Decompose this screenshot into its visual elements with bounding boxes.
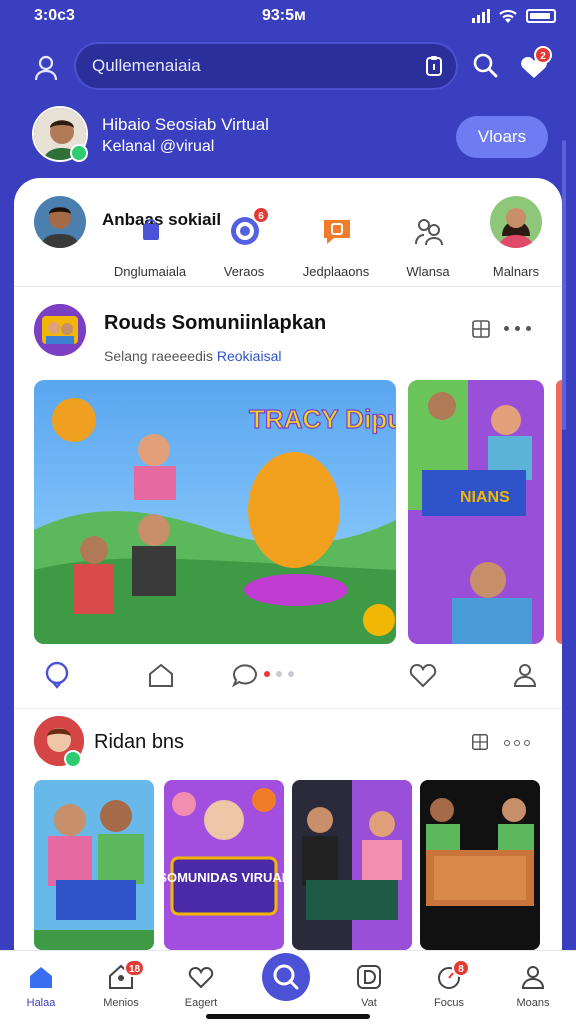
search-bar[interactable] — [74, 42, 458, 90]
post-subtitle-link[interactable]: Reokiaisal — [217, 348, 282, 364]
profile-outline-icon[interactable] — [510, 660, 540, 690]
story-badge: 6 — [252, 206, 270, 224]
profile-name: Hibaio Seosiab Virtual — [102, 115, 269, 134]
profile-subtitle: Kelanal @virual — [102, 138, 215, 155]
home-outline-icon[interactable] — [146, 660, 176, 690]
profile-header: Hibaio Seosiab Virtual Kelanal @virual V… — [0, 102, 576, 172]
more-options-icon[interactable] — [504, 740, 530, 746]
nav-label: Focus — [434, 997, 464, 1009]
stories-row: Anbaas sokiail Dnglumaiala 6 Veraos Jedp… — [14, 192, 562, 288]
story-avatar[interactable] — [34, 196, 86, 248]
search-icon[interactable] — [470, 50, 500, 80]
react-icon[interactable] — [42, 660, 72, 690]
nav-label: Vat — [361, 997, 377, 1009]
section-title: Ridan bns — [94, 731, 185, 753]
user-icon — [521, 966, 545, 989]
view-button[interactable]: Vloars — [456, 116, 548, 158]
story-label: Wlansa — [406, 264, 450, 279]
notifications-button[interactable]: 2 — [514, 46, 554, 86]
nav-label: Menios — [103, 997, 139, 1009]
status-icons — [472, 8, 556, 24]
story-item-4[interactable]: Wlansa — [382, 192, 474, 288]
post-actions — [14, 656, 562, 696]
story-label: Malnars — [492, 264, 540, 279]
user-icon[interactable] — [28, 50, 64, 86]
battery-icon — [526, 9, 556, 23]
post-title: Rouds Somuniinlapkan — [104, 312, 327, 334]
search-input[interactable] — [92, 54, 412, 78]
online-status-icon — [64, 750, 82, 768]
thumbnail-row: SOMUNIDAS VIRUAL — [34, 780, 562, 950]
scrollbar[interactable] — [562, 140, 566, 430]
home-icon — [30, 967, 52, 988]
post-image-side[interactable]: NIANS — [408, 380, 544, 644]
add-icon — [273, 964, 299, 990]
thumbnail-2[interactable]: SOMUNIDAS VIRUAL — [164, 780, 284, 950]
status-time-center: 93:5ᴍ — [262, 7, 306, 24]
post-avatar[interactable] — [34, 304, 86, 356]
story-item-3[interactable]: Jedplaaons — [290, 192, 382, 288]
bottom-nav: Halaa 18 Menios Eagert Vat 8 Focus Moans — [0, 950, 576, 1024]
post-image-side-text: NIANS — [460, 489, 510, 506]
nav-label: Moans — [516, 997, 550, 1009]
story-label: Jedplaaons — [302, 264, 370, 279]
nav-badge: 18 — [124, 959, 146, 977]
clipboard-icon[interactable] — [422, 54, 446, 78]
home-indicator[interactable] — [206, 1014, 370, 1019]
story-label: Veraos — [223, 264, 265, 279]
nav-badge: 8 — [452, 959, 470, 977]
section-header: Ridan bns — [14, 712, 562, 776]
story-user-avatar — [490, 196, 542, 248]
post-subtitle: Selang raeeeedis Reokiaisal — [104, 348, 281, 364]
post-header: Rouds Somuniinlapkan Selang raeeeedis Re… — [14, 296, 562, 376]
nav-vat[interactable]: Vat — [334, 957, 404, 1013]
thumbnail-text: SOMUNIDAS VIRUAL — [164, 870, 284, 885]
divider — [14, 708, 562, 709]
feed-card: Anbaas sokiail Dnglumaiala 6 Veraos Jedp… — [14, 178, 562, 958]
people-icon — [415, 219, 443, 246]
signal-icon — [472, 9, 490, 23]
divider — [14, 286, 562, 287]
post-image-next[interactable] — [556, 380, 562, 644]
notifications-badge: 2 — [534, 46, 552, 64]
nav-menios[interactable]: 18 Menios — [86, 957, 156, 1013]
heart-icon — [188, 966, 214, 989]
post-image-title: TRACY Dipulias — [249, 404, 396, 434]
story-item-2[interactable]: 6 Veraos — [198, 192, 290, 288]
nav-label: Halaa — [26, 997, 56, 1009]
grid-menu-icon[interactable] — [470, 318, 492, 340]
status-bar: 3:0ᴄ3 93:5ᴍ — [0, 0, 576, 34]
online-status-icon — [70, 144, 88, 162]
bag-icon — [143, 219, 159, 240]
post-subtitle-text: Selang raeeeedis — [104, 348, 213, 364]
nav-focus[interactable]: 8 Focus — [414, 957, 484, 1013]
grid-menu-icon[interactable] — [470, 732, 490, 752]
nav-label: Eagert — [184, 997, 218, 1009]
more-options-icon[interactable] — [504, 326, 531, 331]
nav-home[interactable]: Halaa — [6, 957, 76, 1013]
like-icon[interactable] — [408, 660, 438, 690]
nav-eagert[interactable]: Eagert — [166, 957, 236, 1013]
story-item-5[interactable]: Malnars — [470, 192, 562, 288]
chat-d-icon — [357, 965, 381, 989]
post-image-main[interactable]: TRACY Dipulias — [34, 380, 396, 644]
nav-moans[interactable]: Moans — [498, 957, 568, 1013]
carousel-pager — [264, 671, 294, 677]
top-bar: 2 — [0, 38, 576, 94]
chat-icon — [324, 220, 350, 244]
story-item-1[interactable]: Dnglumaiala — [104, 192, 196, 288]
story-label: Dnglumaiala — [113, 264, 187, 279]
status-time-left: 3:0ᴄ3 — [34, 7, 75, 24]
add-button[interactable] — [262, 953, 310, 1001]
wifi-icon — [499, 9, 517, 23]
thumbnail-3[interactable] — [292, 780, 412, 950]
comment-icon[interactable] — [230, 660, 260, 690]
thumbnail-1[interactable] — [34, 780, 154, 950]
thumbnail-4[interactable] — [420, 780, 540, 950]
